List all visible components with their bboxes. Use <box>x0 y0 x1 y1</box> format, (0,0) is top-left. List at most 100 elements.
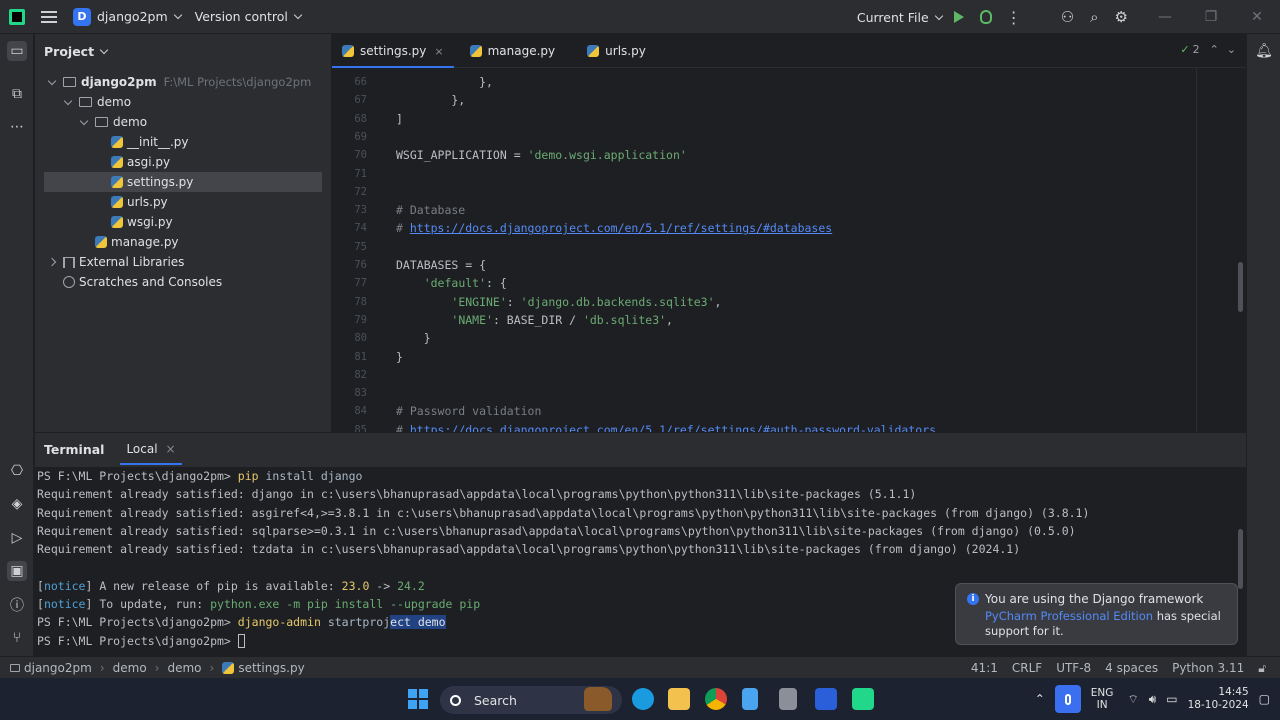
breadcrumb-item[interactable]: demo <box>113 661 147 675</box>
more-icon[interactable]: ⋮ <box>1006 8 1023 27</box>
line-number[interactable]: 76 <box>332 259 367 271</box>
tree-item-init[interactable]: __init__.py <box>44 132 322 152</box>
chevron-down-icon[interactable] <box>934 11 943 20</box>
search-highlight-image[interactable] <box>584 687 612 711</box>
project-panel-title[interactable]: Project <box>44 44 109 59</box>
debug-icon[interactable] <box>979 10 992 24</box>
structure-tool-icon[interactable]: ⧉ <box>7 84 27 104</box>
tree-item-demo-package[interactable]: demo <box>44 112 322 132</box>
close-icon[interactable]: ✕ <box>1234 9 1280 25</box>
restore-icon[interactable]: ❐ <box>1188 9 1234 25</box>
line-number[interactable]: 77 <box>332 277 367 289</box>
code-line[interactable]: 74 # https://docs.djangoproject.com/en/5.… <box>332 219 832 237</box>
line-number[interactable]: 75 <box>332 241 367 253</box>
line-number[interactable]: 83 <box>332 387 367 399</box>
expand-arrow-icon[interactable] <box>63 96 73 105</box>
line-number[interactable]: 73 <box>332 204 367 216</box>
run-icon[interactable] <box>953 11 964 23</box>
tree-item-wsgi[interactable]: wsgi.py <box>44 212 322 232</box>
django-notification[interactable]: i You are using the Django framework PyC… <box>955 583 1238 645</box>
pycharm-professional-link[interactable]: PyCharm Professional Edition <box>985 609 1153 623</box>
webstorm-icon[interactable] <box>815 688 837 710</box>
indent-setting[interactable]: 4 spaces <box>1105 661 1158 675</box>
project-name[interactable]: django2pm <box>97 9 168 24</box>
chrome-icon[interactable] <box>705 688 727 710</box>
caret-position[interactable]: 41:1 <box>971 661 998 675</box>
line-number[interactable]: 68 <box>332 113 367 125</box>
code-line[interactable]: 68] <box>332 110 403 128</box>
language-indicator[interactable]: ENG IN <box>1091 687 1114 711</box>
code-line[interactable]: 72 <box>332 183 367 201</box>
volume-icon[interactable]: 🔊︎ <box>1149 692 1157 707</box>
tree-item-scratches[interactable]: Scratches and Consoles <box>44 272 322 292</box>
pycharm-logo-icon[interactable] <box>9 8 25 25</box>
chevron-down-icon[interactable] <box>173 10 182 20</box>
battery-icon[interactable]: ▭ <box>1166 692 1177 706</box>
line-number[interactable]: 80 <box>332 332 367 344</box>
python-interpreter[interactable]: Python 3.11 <box>1172 661 1244 675</box>
chevron-down-icon[interactable]: ⌄ <box>1227 43 1236 56</box>
vcs-widget[interactable]: Version control <box>195 9 288 24</box>
collapse-arrow-icon[interactable] <box>47 257 57 267</box>
chevron-down-icon[interactable] <box>293 10 303 20</box>
code-line[interactable]: 70 WSGI_APPLICATION = 'demo.wsgi.applicat… <box>332 146 686 164</box>
code-line[interactable]: 76 DATABASES = { <box>332 256 486 274</box>
tree-item-asgi[interactable]: asgi.py <box>44 152 322 172</box>
code-line[interactable]: 81} <box>332 348 403 366</box>
terminal-tool-icon[interactable]: ▣ <box>7 561 27 581</box>
expand-arrow-icon[interactable] <box>79 116 89 125</box>
pycharm-taskbar-icon[interactable] <box>852 688 874 710</box>
expand-arrow-icon[interactable] <box>47 76 57 85</box>
chevron-up-icon[interactable]: ⌃ <box>1210 43 1219 56</box>
code-token[interactable]: https://docs.djangoproject.com/en/5.1/re… <box>410 221 832 235</box>
code-line[interactable]: 73 # Database <box>332 201 465 219</box>
line-number[interactable]: 72 <box>332 186 367 198</box>
microphone-icon[interactable] <box>1054 685 1081 713</box>
taskbar-clock[interactable]: 14:45 18-10-2024 <box>1188 686 1249 712</box>
code-line[interactable]: 83 <box>332 384 367 402</box>
tab-settings-py[interactable]: settings.py × <box>332 34 454 68</box>
terminal-scrollbar[interactable] <box>1238 529 1243 589</box>
file-encoding[interactable]: UTF-8 <box>1056 661 1091 675</box>
main-menu-icon[interactable] <box>41 10 57 23</box>
line-number[interactable]: 69 <box>332 131 367 143</box>
breadcrumb-item[interactable]: demo <box>167 661 201 675</box>
code-line[interactable]: 77 'default': { <box>332 274 506 292</box>
line-number[interactable]: 71 <box>332 168 367 180</box>
line-number[interactable]: 66 <box>332 76 367 88</box>
project-badge[interactable]: D <box>73 7 91 26</box>
line-number[interactable]: 67 <box>332 94 367 106</box>
git-icon[interactable]: ⑂ <box>7 628 27 648</box>
code-line[interactable]: 67 }, <box>332 91 465 109</box>
lock-icon[interactable]: 🔓︎ <box>1258 661 1266 676</box>
chevron-down-icon[interactable] <box>99 45 109 55</box>
tree-item-root[interactable]: django2pm F:\ML Projects\django2pm <box>44 72 322 92</box>
tab-local-terminal[interactable]: Local × <box>120 433 182 465</box>
tree-item-manage[interactable]: manage.py <box>44 232 322 252</box>
code-line[interactable]: 78 'ENGINE': 'django.db.backends.sqlite3… <box>332 293 721 311</box>
line-number[interactable]: 74 <box>332 222 367 234</box>
windows-start-icon[interactable] <box>408 689 428 709</box>
notifications-bell-icon[interactable]: 🔔︎ <box>1254 41 1274 61</box>
editor-scrollbar[interactable] <box>1238 262 1243 312</box>
search-icon[interactable]: ⌕ <box>1090 8 1098 26</box>
run-config-selector[interactable]: Current File <box>857 10 929 25</box>
code-line[interactable]: 66 }, <box>332 73 493 91</box>
code-line[interactable]: 75 <box>332 238 367 256</box>
tab-urls-py[interactable]: urls.py <box>577 34 656 68</box>
services-icon[interactable]: ▷ <box>7 528 27 548</box>
layers-icon[interactable]: ◈ <box>7 494 27 514</box>
code-line[interactable]: 69 <box>332 128 367 146</box>
breadcrumb-item[interactable]: settings.py <box>238 661 304 675</box>
calculator-icon[interactable] <box>779 688 797 710</box>
code-line[interactable]: 84 # Password validation <box>332 402 541 420</box>
code-line[interactable]: 79 'NAME': BASE_DIR / 'db.sqlite3', <box>332 311 673 329</box>
more-tools-icon[interactable]: ⋯ <box>7 117 27 137</box>
tree-item-demo-folder[interactable]: demo <box>44 92 322 112</box>
tree-item-external-libraries[interactable]: External Libraries <box>44 252 322 272</box>
line-number[interactable]: 81 <box>332 351 367 363</box>
breadcrumb-item[interactable]: django2pm <box>24 661 92 675</box>
line-number[interactable]: 70 <box>332 149 367 161</box>
code-line[interactable]: 71 <box>332 165 367 183</box>
tree-item-urls[interactable]: urls.py <box>44 192 322 212</box>
